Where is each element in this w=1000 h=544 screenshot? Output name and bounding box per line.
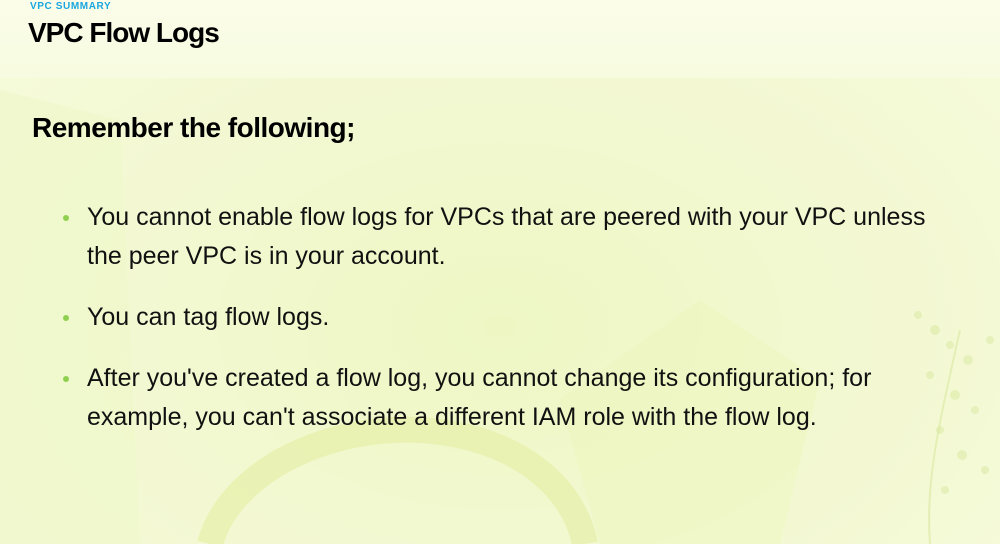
page-title: VPC Flow Logs <box>28 17 220 48</box>
bullet-text: After you've created a flow log, you can… <box>87 364 872 431</box>
bullet-text: You cannot enable flow logs for VPCs tha… <box>87 203 926 270</box>
bullet-dot-icon <box>63 315 69 321</box>
content-heading: Remember the following; <box>32 112 355 143</box>
bullet-list: You cannot enable flow logs for VPCs tha… <box>62 198 962 459</box>
bullet-item: You can tag flow logs. <box>62 298 962 337</box>
bullet-dot-icon <box>63 215 69 221</box>
section-eyebrow: VPC SUMMARY <box>30 1 112 12</box>
bullet-item: You cannot enable flow logs for VPCs tha… <box>62 198 962 276</box>
bullet-text: You can tag flow logs. <box>87 303 330 331</box>
bullet-dot-icon <box>63 376 69 382</box>
bullet-item: After you've created a flow log, you can… <box>62 359 962 437</box>
